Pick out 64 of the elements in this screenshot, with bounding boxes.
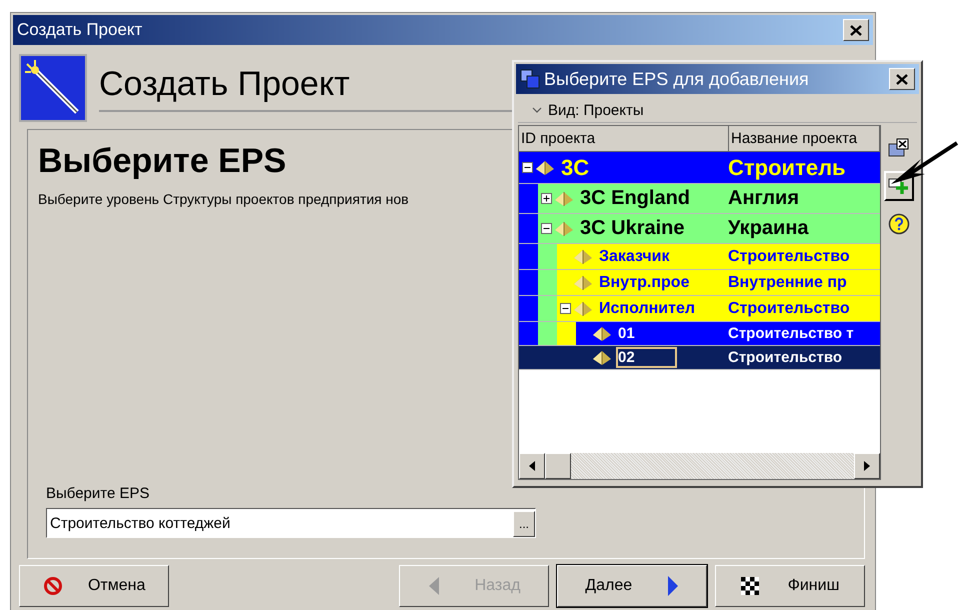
project-id: 3C <box>561 154 590 180</box>
collapse-icon[interactable] <box>540 223 552 234</box>
tree-row[interactable]: 3C Ukraine Украина <box>519 214 880 244</box>
project-id: 3C Ukraine <box>580 217 684 240</box>
collapse-icon[interactable] <box>560 303 570 314</box>
expand-icon[interactable] <box>540 193 552 204</box>
tree-row[interactable]: Заказчик Строительство <box>519 244 880 270</box>
next-arrow-icon <box>666 575 679 597</box>
pyramid-icon <box>554 220 574 236</box>
scroll-left-icon[interactable] <box>529 461 535 471</box>
help-icon <box>888 213 910 235</box>
close-button[interactable] <box>843 19 869 41</box>
horizontal-scrollbar[interactable] <box>519 453 880 479</box>
field-label: Выберите EPS <box>46 485 150 502</box>
project-id: 01 <box>618 325 635 342</box>
tree-row[interactable]: 3C Строитель <box>519 152 880 184</box>
project-id: Внутр.прое <box>599 274 690 292</box>
project-name: Украина <box>728 217 810 240</box>
back-arrow-icon <box>428 576 440 596</box>
project-name: Строительство т <box>728 325 855 342</box>
close-icon <box>850 24 862 36</box>
project-name: Строительство <box>728 300 851 318</box>
step-heading: Выберите EPS <box>38 142 286 181</box>
eps-field[interactable]: Строительство коттеджей ... <box>46 508 536 538</box>
tree-row[interactable]: 02 Строительство <box>519 346 880 370</box>
checkered-flag-icon <box>740 577 759 595</box>
scroll-thumb[interactable] <box>545 453 571 479</box>
view-selector[interactable]: Вид: Проекты <box>518 98 917 123</box>
magic-wand-icon <box>19 54 87 122</box>
project-id: 02 <box>618 349 675 366</box>
tree-row[interactable]: Исполнител Строительство <box>519 296 880 322</box>
project-id: Заказчик <box>599 248 670 266</box>
pyramid-icon <box>592 350 612 366</box>
project-name: Строитель <box>728 154 847 180</box>
browse-button[interactable]: ... <box>513 511 535 537</box>
next-button[interactable]: Далее <box>557 565 707 607</box>
pyramid-icon <box>573 300 593 316</box>
close-icon <box>896 74 908 84</box>
project-name: Строительство <box>728 248 851 266</box>
cancel-button[interactable]: Отмена <box>19 565 169 607</box>
project-id: 3C England <box>580 187 690 210</box>
windows-icon <box>520 69 540 89</box>
project-name: Англия <box>728 187 800 210</box>
collapse-icon[interactable] <box>522 162 532 173</box>
pyramid-icon <box>573 248 593 264</box>
project-name: Внутренние пр <box>728 274 848 292</box>
step-description: Выберите уровень Структуры проектов предприятия нов <box>38 191 409 207</box>
tree-row[interactable]: 3C England Англия <box>519 184 880 214</box>
pyramid-icon <box>592 326 612 342</box>
cancel-icon <box>42 576 63 596</box>
pyramid-icon <box>535 160 555 176</box>
close-button[interactable] <box>889 68 915 90</box>
window-title: Создать Проект <box>17 20 142 40</box>
tree-row[interactable]: Внутр.прое Внутренние пр <box>519 270 880 296</box>
scroll-right-icon[interactable] <box>864 461 870 471</box>
chevron-down-icon <box>532 106 542 114</box>
finish-button[interactable]: Финиш <box>715 565 865 607</box>
window-close-icon <box>888 138 910 158</box>
project-id: Исполнител <box>599 300 695 318</box>
pyramid-icon <box>554 190 574 206</box>
window-title: Выберите EPS для добавления <box>544 68 810 90</box>
pyramid-icon <box>573 274 593 290</box>
project-name: Строительство <box>728 349 844 366</box>
tree-row[interactable]: 01 Строительство т <box>519 322 880 346</box>
